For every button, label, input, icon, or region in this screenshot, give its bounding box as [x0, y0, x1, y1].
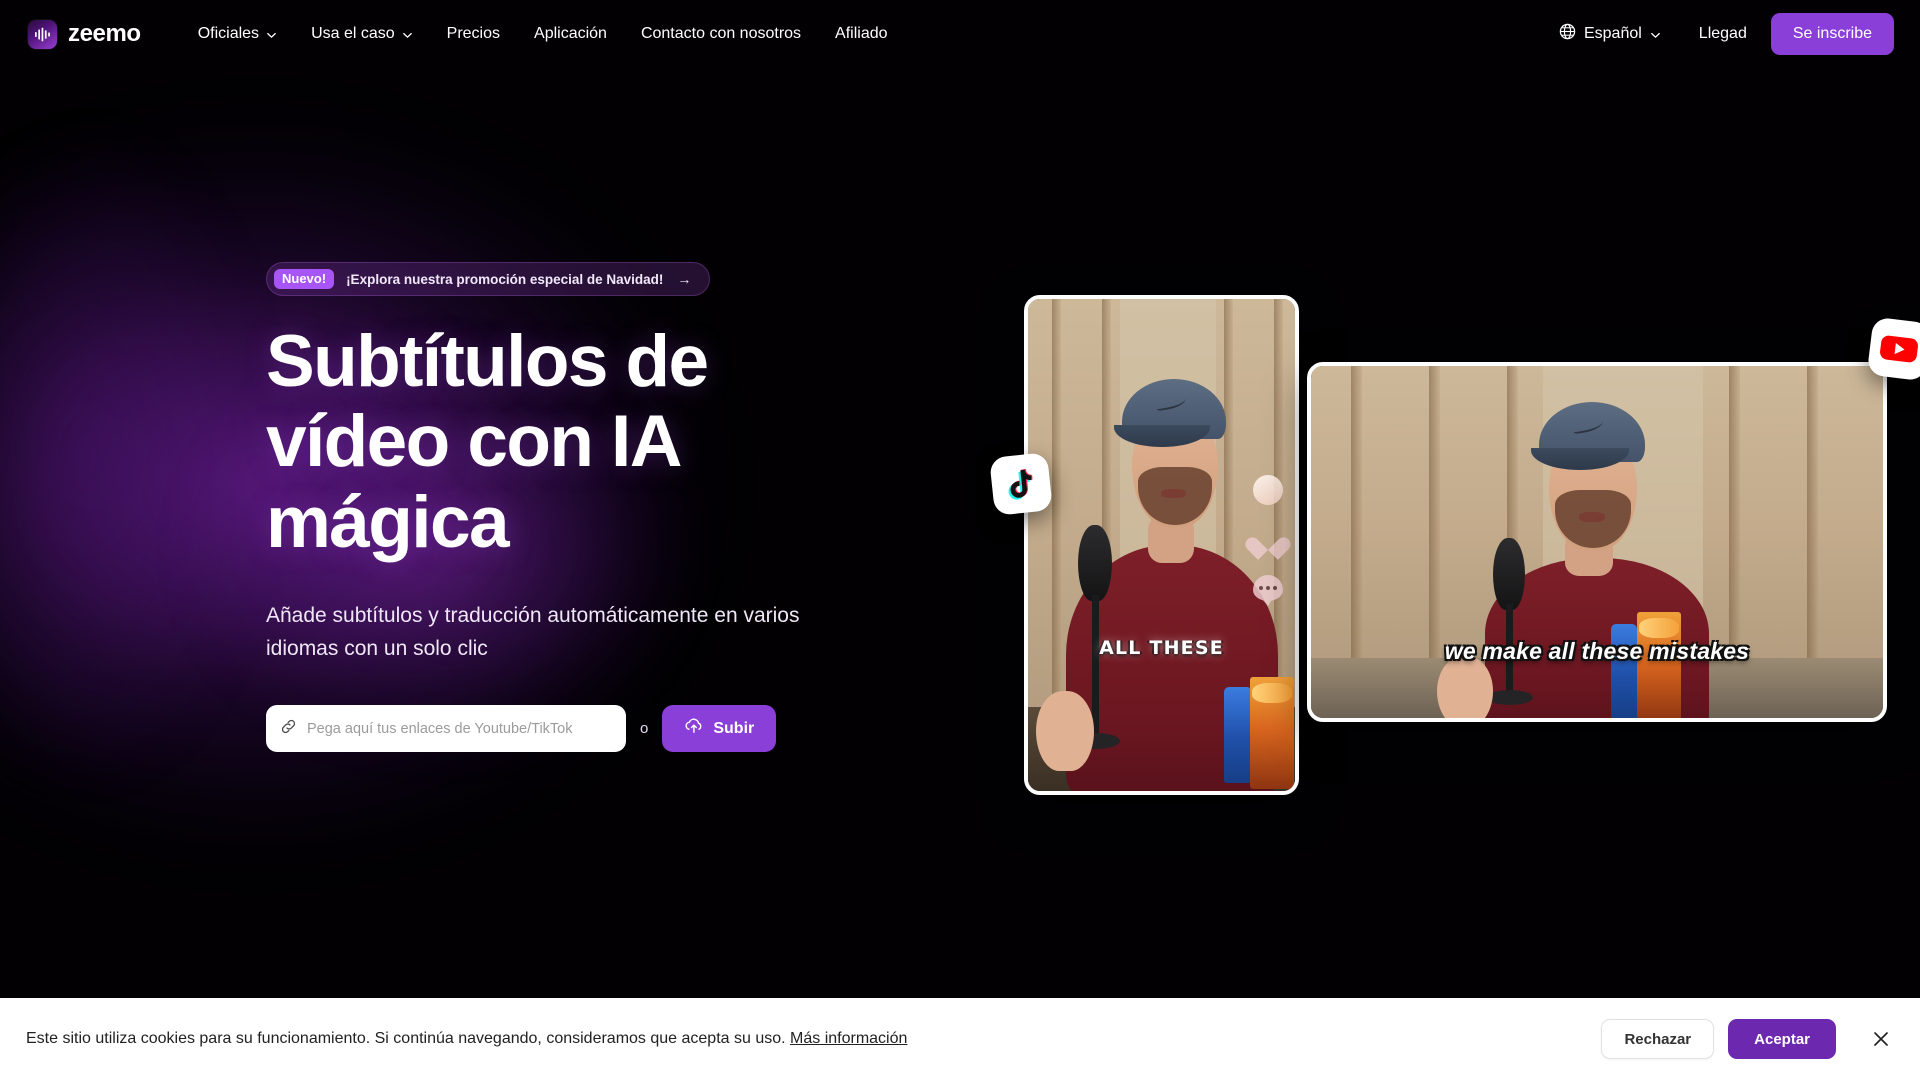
nav-item-label: Aplicación — [534, 25, 607, 42]
tiktok-overlay-actions — [1253, 475, 1283, 606]
heart-icon[interactable] — [1254, 527, 1282, 553]
signup-button[interactable]: Se inscribe — [1770, 13, 1894, 55]
close-icon[interactable] — [1866, 1024, 1896, 1054]
nav-item-contacto[interactable]: Contacto con nosotros — [624, 0, 818, 68]
hero-form: o Subir — [266, 705, 906, 753]
chevron-down-icon — [402, 28, 413, 39]
language-label: Español — [1583, 25, 1642, 42]
upload-button[interactable]: Subir — [662, 705, 777, 753]
hero-media-group: ALL THESE we make all these mistakes — [989, 290, 1920, 820]
video-caption-portrait: ALL THESE — [1099, 637, 1224, 659]
url-input-box[interactable] — [266, 705, 626, 753]
brand-logo[interactable]: zeemo — [28, 19, 141, 49]
nav-item-usa-el-caso[interactable]: Usa el caso — [294, 0, 430, 68]
video-frame-portrait: ALL THESE — [1028, 299, 1295, 791]
nav-item-precios[interactable]: Precios — [430, 0, 517, 68]
hero-left-column: Nuevo! ¡Explora nuestra promoción especi… — [266, 262, 906, 753]
nav-right-group: Español Llegad Se inscribe — [1545, 13, 1920, 55]
nav-item-label: Usa el caso — [311, 25, 395, 42]
promo-text: ¡Explora nuestra promoción especial de N… — [346, 271, 664, 287]
hero-subtitle: Añade subtítulos y traducción automática… — [266, 603, 800, 661]
chevron-down-icon — [1650, 28, 1661, 39]
nav-item-afiliado[interactable]: Afiliado — [818, 0, 904, 68]
top-navigation: zeemo Oficiales Usa el caso Precios Apli… — [0, 0, 1920, 68]
upload-button-label: Subir — [713, 719, 755, 737]
nav-item-aplicacion[interactable]: Aplicación — [517, 0, 624, 68]
link-icon — [280, 718, 297, 740]
globe-icon — [1559, 23, 1576, 45]
video-preview-landscape[interactable]: we make all these mistakes — [1307, 362, 1887, 722]
avatar-icon[interactable] — [1253, 475, 1283, 505]
cookie-message: Este sitio utiliza cookies para su funci… — [26, 1030, 907, 1048]
nav-item-oficiales[interactable]: Oficiales — [181, 0, 294, 68]
tiktok-icon — [989, 452, 1053, 516]
waveform-icon — [28, 19, 57, 49]
page-root: zeemo Oficiales Usa el caso Precios Apli… — [0, 0, 1920, 1080]
comment-icon[interactable] — [1253, 575, 1283, 606]
nav-item-label: Oficiales — [197, 25, 260, 42]
video-preview-portrait[interactable]: ALL THESE — [1024, 295, 1299, 795]
separator-label: o — [640, 720, 649, 738]
brand-name: zeemo — [68, 20, 141, 47]
page-title: Subtítulos de vídeo con IA mágica — [266, 321, 709, 563]
arrow-right-icon: → — [677, 271, 692, 287]
cookie-more-info-link[interactable]: Más información — [790, 1030, 907, 1047]
login-link[interactable]: Llegad — [1675, 25, 1771, 43]
youtube-icon — [1866, 316, 1920, 382]
promo-banner[interactable]: Nuevo! ¡Explora nuestra promoción especi… — [266, 262, 711, 296]
nav-item-label: Precios — [446, 25, 501, 42]
cookie-accept-button[interactable]: Aceptar — [1728, 1019, 1836, 1059]
url-input[interactable] — [307, 720, 612, 737]
nav-item-label: Contacto con nosotros — [640, 25, 802, 42]
cookie-actions: Rechazar Aceptar — [1601, 1019, 1920, 1059]
promo-tag: Nuevo! — [274, 268, 335, 290]
cookie-banner: Este sitio utiliza cookies para su funci… — [0, 998, 1920, 1080]
nav-item-label: Afiliado — [835, 25, 888, 42]
language-selector[interactable]: Español — [1545, 23, 1675, 45]
video-caption-landscape: we make all these mistakes — [1444, 638, 1750, 664]
cookie-message-text: Este sitio utiliza cookies para su funci… — [26, 1030, 786, 1047]
video-frame-landscape: we make all these mistakes — [1311, 366, 1883, 718]
cookie-reject-button[interactable]: Rechazar — [1601, 1019, 1715, 1059]
cloud-upload-icon — [684, 717, 704, 740]
nav-links: Oficiales Usa el caso Precios Aplicación… — [181, 0, 905, 68]
chevron-down-icon — [266, 28, 277, 39]
